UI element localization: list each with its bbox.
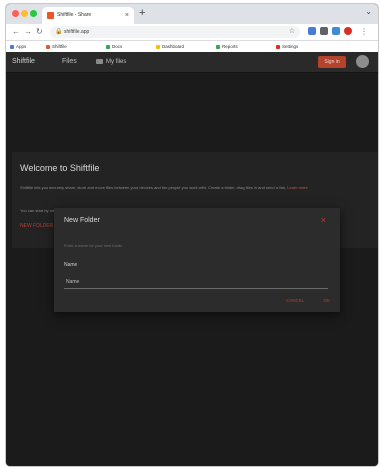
browser-toolbar: ← → ↻ 🔒 shiftfile.app ☆ ⋮ — [6, 24, 378, 41]
learn-more-link[interactable]: Learn more — [287, 185, 307, 190]
tab-title: Shiftfile - Share — [57, 12, 92, 18]
favicon-icon — [47, 12, 54, 19]
tab-close-icon[interactable]: × — [125, 7, 129, 24]
app-brand[interactable]: Shiftfile — [12, 52, 35, 72]
welcome-text: Shiftfile lets you securely share, store… — [20, 185, 360, 191]
bookmark-item[interactable]: Docs — [106, 41, 122, 52]
bookmark-item[interactable]: Shiftfile — [46, 41, 67, 52]
extension-icon[interactable] — [332, 27, 340, 35]
lock-icon: 🔒 — [55, 29, 63, 35]
tab-strip: Shiftfile - Share × + ⌄ — [6, 4, 378, 24]
browser-window: Shiftfile - Share × + ⌄ ← → ↻ 🔒 shiftfil… — [6, 4, 378, 466]
profile-icon[interactable] — [344, 27, 352, 35]
address-url: shiftfile.app — [64, 29, 90, 35]
new-folder-link[interactable]: NEW FOLDER — [20, 223, 53, 229]
dialog-actions: CANCEL OK — [268, 298, 330, 303]
bookmark-item[interactable]: Reports — [216, 41, 238, 52]
folder-icon — [96, 59, 103, 64]
folder-name-input[interactable] — [64, 276, 328, 289]
browser-menu-icon[interactable]: ⋮ — [360, 26, 368, 38]
forward-icon[interactable]: → — [24, 26, 32, 38]
browser-tab[interactable]: Shiftfile - Share × — [42, 7, 134, 24]
close-window-button[interactable] — [12, 10, 19, 17]
bookmark-item[interactable]: Apps — [10, 41, 26, 52]
extension-icon[interactable] — [308, 27, 316, 35]
bookmark-icon — [10, 44, 14, 49]
welcome-title: Welcome to Shiftfile — [20, 163, 100, 173]
dialog-hint: Enter a name for your new folder — [64, 243, 123, 248]
bookmark-icon — [156, 44, 160, 49]
maximize-window-button[interactable] — [30, 10, 37, 17]
welcome-body: Shiftfile lets you securely share, store… — [20, 185, 287, 190]
avatar[interactable] — [356, 55, 369, 68]
bookmark-star-icon[interactable]: ☆ — [289, 26, 295, 38]
new-tab-button[interactable]: + — [139, 6, 145, 21]
nav-folder[interactable]: My files — [106, 52, 126, 72]
bookmark-item[interactable]: Settings — [276, 41, 298, 52]
new-folder-dialog: New Folder × Enter a name for your new f… — [54, 208, 340, 312]
minimize-window-button[interactable] — [21, 10, 28, 17]
ok-button[interactable]: OK — [323, 298, 330, 303]
bookmark-icon — [106, 44, 110, 49]
bookmark-icon — [216, 44, 220, 49]
close-icon[interactable]: × — [321, 215, 326, 225]
extension-icon[interactable] — [320, 27, 328, 35]
bookmark-icon — [276, 44, 280, 49]
name-field-label: Name — [64, 262, 78, 268]
bookmark-item[interactable]: Dashboard — [156, 41, 184, 52]
cancel-button[interactable]: CANCEL — [286, 298, 304, 303]
back-icon[interactable]: ← — [12, 26, 20, 38]
dialog-title: New Folder — [64, 217, 100, 224]
address-bar[interactable]: 🔒 shiftfile.app ☆ — [50, 26, 300, 38]
sign-in-button[interactable]: Sign in — [318, 56, 346, 68]
app-header: Shiftfile Files My files Sign in — [6, 52, 378, 73]
bookmark-icon — [46, 44, 50, 49]
reload-icon[interactable]: ↻ — [36, 26, 43, 38]
nav-files[interactable]: Files — [62, 52, 77, 72]
tab-search-icon[interactable]: ⌄ — [365, 7, 372, 16]
